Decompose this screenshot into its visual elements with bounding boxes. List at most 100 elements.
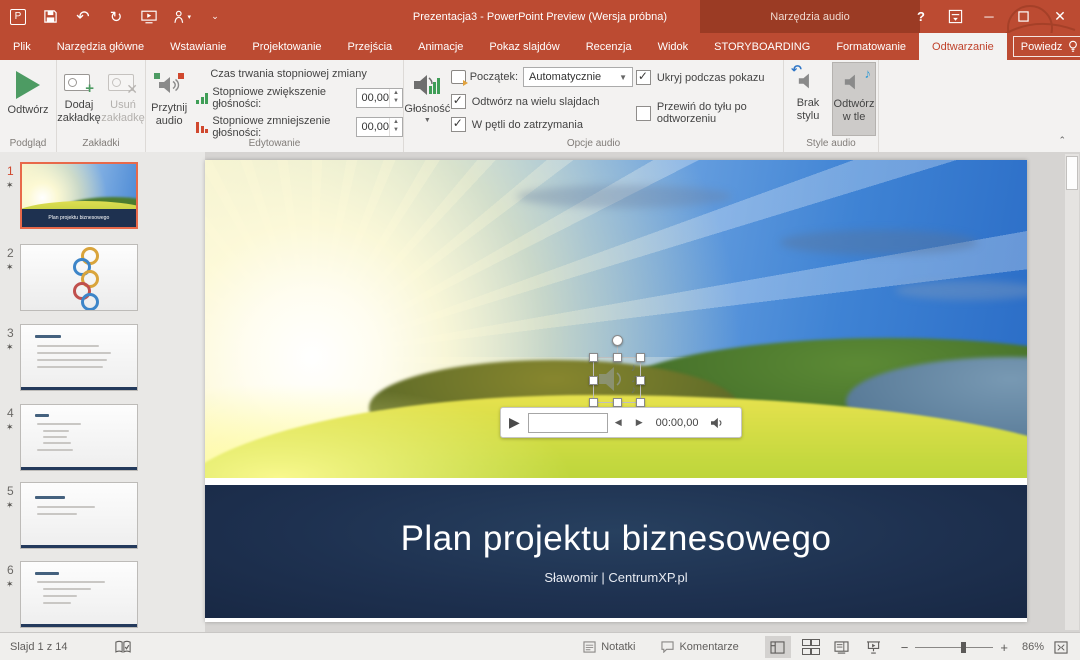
scrollbar-thumb[interactable] xyxy=(1066,156,1078,190)
thumbnail-slide-3[interactable]: 3 ✶ xyxy=(0,324,205,392)
redo-icon[interactable]: ↻ xyxy=(107,8,125,26)
comments-toggle[interactable]: Komentarze xyxy=(661,641,738,653)
thumbnail-slide-2[interactable]: 2 ✶ xyxy=(0,244,205,316)
tab-narzedzia-glowne[interactable]: Narzędzia główne xyxy=(44,33,157,60)
fade-out-spin-arrows[interactable]: ▲▼ xyxy=(389,118,402,136)
thumbnail-frame[interactable] xyxy=(20,482,138,549)
resize-handle-w[interactable] xyxy=(589,376,598,385)
ribbon-display-options-icon[interactable] xyxy=(938,0,972,33)
player-volume-icon[interactable] xyxy=(704,417,730,429)
slide-title-banner[interactable]: Plan projektu biznesowego Sławomir | Cen… xyxy=(205,485,1027,618)
audio-object-selected[interactable]: ♪♫♪ xyxy=(593,357,641,403)
tab-wstawianie[interactable]: Wstawianie xyxy=(157,33,239,60)
resize-handle-e[interactable] xyxy=(636,376,645,385)
no-style-button[interactable]: ↶ Brak stylu xyxy=(786,62,830,136)
tab-formatowanie[interactable]: Formatowanie xyxy=(823,33,919,60)
remove-bookmark-button[interactable]: ✕ Usuń zakładkę xyxy=(101,60,145,138)
hide-during-show-checkbox[interactable] xyxy=(636,70,651,85)
thumbnail-frame[interactable] xyxy=(20,404,138,471)
tab-storyboarding[interactable]: STORYBOARDING xyxy=(701,33,823,60)
zoom-percentage[interactable]: 86% xyxy=(1022,641,1044,653)
thumbnail-frame[interactable] xyxy=(20,244,138,311)
animation-star-icon[interactable]: ✶ xyxy=(6,262,14,273)
zoom-out-icon[interactable]: − xyxy=(901,640,909,655)
undo-icon[interactable]: ↶ xyxy=(74,8,92,26)
resize-handle-ne[interactable] xyxy=(636,353,645,362)
fade-in-spin-arrows[interactable]: ▲▼ xyxy=(389,89,402,107)
thumbnail-frame[interactable]: Plan projektu biznesowego xyxy=(20,162,138,229)
play-in-background-button[interactable]: ♪ Odtwórz w tle xyxy=(832,62,876,136)
play-across-slides-checkbox[interactable] xyxy=(451,94,466,109)
tab-projektowanie[interactable]: Projektowanie xyxy=(239,33,334,60)
close-icon[interactable]: ✕ xyxy=(1040,0,1080,33)
resize-handle-nw[interactable] xyxy=(589,353,598,362)
tab-recenzja[interactable]: Recenzja xyxy=(573,33,645,60)
maximize-icon[interactable] xyxy=(1006,0,1040,33)
fade-out-spinner[interactable]: 00,00 ▲▼ xyxy=(356,117,403,137)
play-button[interactable]: Odtwórz xyxy=(2,60,54,138)
minimize-icon[interactable]: ─ xyxy=(972,0,1006,33)
add-bookmark-button[interactable]: + Dodaj zakładkę xyxy=(57,60,101,138)
tab-animacje[interactable]: Animacje xyxy=(405,33,476,60)
zoom-thumb[interactable] xyxy=(961,642,966,653)
slide-subtitle[interactable]: Sławomir | CentrumXP.pl xyxy=(544,570,687,585)
resize-handle-s[interactable] xyxy=(613,398,622,407)
tab-plik[interactable]: Plik xyxy=(0,33,44,60)
tab-odtwarzanie[interactable]: Odtwarzanie xyxy=(919,33,1007,60)
tab-przejscia[interactable]: Przejścia xyxy=(335,33,406,60)
slideshow-view-button[interactable] xyxy=(861,636,887,658)
thumbnail-slide-5[interactable]: 5 ✶ xyxy=(0,482,205,550)
loop-until-stopped-checkbox[interactable] xyxy=(451,117,466,132)
spell-check-icon[interactable] xyxy=(115,640,131,654)
notes-toggle[interactable]: Notatki xyxy=(583,641,635,653)
slide-sorter-view-button[interactable] xyxy=(797,636,823,658)
player-play-icon[interactable]: ▶ xyxy=(501,414,528,431)
loop-until-stopped-option[interactable]: W pętli do zatrzymania xyxy=(451,117,636,132)
hide-during-show-option[interactable]: Ukryj podczas pokazu xyxy=(636,70,783,85)
resize-handle-se[interactable] xyxy=(636,398,645,407)
thumbnail-slide-6[interactable]: 6 ✶ xyxy=(0,561,205,629)
play-across-slides-option[interactable]: Odtwórz na wielu slajdach xyxy=(451,94,636,109)
help-icon[interactable]: ? xyxy=(904,0,938,33)
thumbnail-frame[interactable] xyxy=(20,561,138,628)
player-progress-bar[interactable] xyxy=(528,413,608,433)
resize-handle-sw[interactable] xyxy=(589,398,598,407)
tab-pokaz-slajdow[interactable]: Pokaz slajdów xyxy=(476,33,572,60)
fade-out-value[interactable]: 00,00 xyxy=(357,118,389,136)
resize-handle-n[interactable] xyxy=(613,353,622,362)
fade-in-value[interactable]: 00,00 xyxy=(357,89,389,107)
rewind-after-playing-checkbox[interactable] xyxy=(636,106,651,121)
audio-player-bar[interactable]: ▶ ◀ ▶ 00:00,00 xyxy=(500,407,742,438)
thumbnail-frame[interactable] xyxy=(20,324,138,391)
customize-qat-icon[interactable]: ⌄ xyxy=(206,8,224,26)
touch-mouse-mode-icon[interactable]: ▾ xyxy=(173,8,191,26)
tab-widok[interactable]: Widok xyxy=(645,33,702,60)
tell-me-box[interactable]: Powiedz xyxy=(1013,36,1080,57)
vertical-scrollbar[interactable] xyxy=(1065,154,1079,630)
thumbnail-slide-1[interactable]: 1 ✶ Plan projektu biznesowego xyxy=(0,162,205,234)
animation-star-icon[interactable]: ✶ xyxy=(6,422,14,433)
collapse-ribbon-icon[interactable]: ⌃ xyxy=(1058,135,1066,146)
start-slideshow-icon[interactable] xyxy=(140,8,158,26)
zoom-slider[interactable]: − + xyxy=(901,640,1008,655)
trim-audio-button[interactable]: Przytnij audio xyxy=(146,60,192,138)
player-back-icon[interactable]: ◀ xyxy=(608,417,629,428)
slide-title[interactable]: Plan projektu biznesowego xyxy=(401,519,832,559)
fade-in-spinner[interactable]: 00,00 ▲▼ xyxy=(356,88,403,108)
fit-to-window-icon[interactable] xyxy=(1054,641,1068,654)
save-icon[interactable] xyxy=(41,8,59,26)
audio-speaker-icon[interactable] xyxy=(597,363,627,398)
powerpoint-logo-icon[interactable]: P xyxy=(10,9,26,25)
reading-view-button[interactable] xyxy=(829,636,855,658)
rewind-after-playing-option[interactable]: Przewiń do tyłu po odtworzeniu xyxy=(636,101,783,125)
volume-button[interactable]: Głośność ▼ xyxy=(404,60,451,138)
start-mode-dropdown[interactable]: Automatycznie ▼ xyxy=(523,67,633,87)
thumbnail-slide-4[interactable]: 4 ✶ xyxy=(0,404,205,472)
rotation-handle[interactable] xyxy=(612,335,623,346)
zoom-track[interactable] xyxy=(915,647,993,648)
zoom-in-icon[interactable]: + xyxy=(1000,640,1008,655)
animation-star-icon[interactable]: ✶ xyxy=(6,500,14,511)
animation-star-icon[interactable]: ✶ xyxy=(6,342,14,353)
animation-star-icon[interactable]: ✶ xyxy=(6,579,14,590)
normal-view-button[interactable] xyxy=(765,636,791,658)
